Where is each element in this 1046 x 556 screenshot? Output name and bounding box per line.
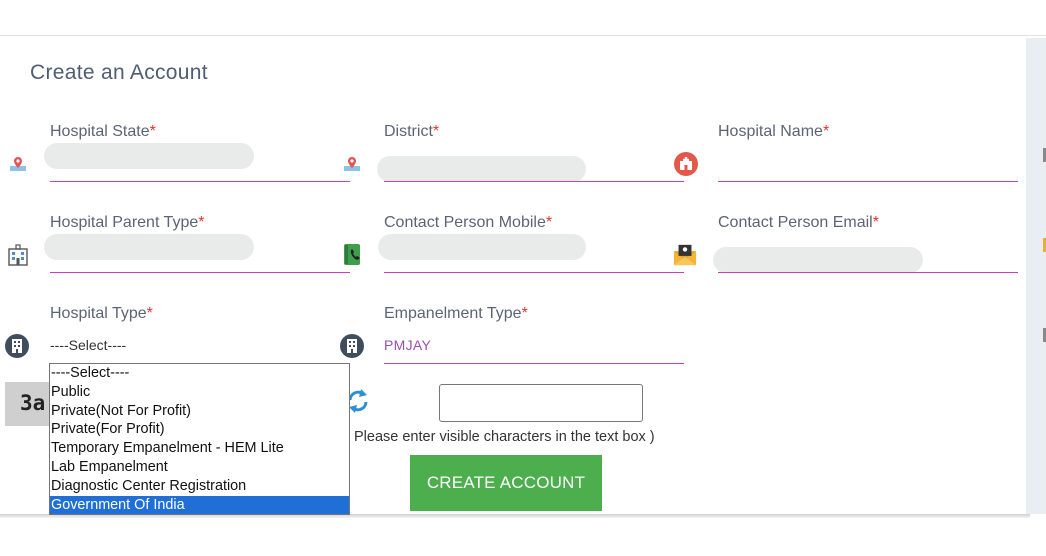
hospital-state-label-text: Hospital State	[50, 123, 150, 140]
hospital-parent-type-input[interactable]	[44, 234, 254, 260]
required-mark: *	[198, 214, 205, 231]
hospital-type-option[interactable]: ----Select----	[50, 364, 349, 383]
empanelment-type-label: Empanelment Type*	[384, 305, 528, 323]
refresh-icon[interactable]	[347, 388, 369, 414]
captcha-hint: Please enter visible characters in the t…	[354, 429, 655, 445]
required-mark: *	[822, 123, 830, 140]
required-mark: *	[146, 305, 153, 322]
contact-email-input[interactable]	[713, 247, 923, 273]
building-icon	[8, 244, 28, 266]
hospital-type-option[interactable]: Private(For Profit)	[50, 420, 349, 439]
hospital-type-select[interactable]: ----Select----	[50, 337, 126, 353]
district-underline	[384, 181, 684, 182]
hospital-type-option[interactable]: Private(Not For Profit)	[50, 402, 349, 421]
map-pin-icon	[10, 157, 26, 171]
hospital-type-option[interactable]: Lab Empanelment	[50, 458, 349, 477]
hospital-state-input[interactable]	[44, 143, 254, 169]
captcha-image: 3a	[5, 382, 50, 426]
hospital-name-label-text: Hospital Name	[718, 123, 823, 140]
hospital-state-label: Hospital State*	[50, 123, 156, 141]
contact-email-underline	[718, 272, 1018, 273]
contact-mobile-input[interactable]	[378, 234, 586, 260]
contact-mobile-label-text: Contact Person Mobile	[384, 214, 546, 231]
envelope-icon	[673, 244, 697, 266]
hospital-type-option-highlighted[interactable]: Government Of India	[50, 495, 349, 515]
contact-email-label-text: Contact Person Email	[718, 214, 873, 231]
required-mark: *	[521, 305, 528, 322]
captcha-text: 3a	[20, 391, 46, 415]
hospital-type-option[interactable]: Diagnostic Center Registration	[50, 477, 349, 496]
district-label-text: District	[384, 123, 433, 140]
hospital-parent-type-label-text: Hospital Parent Type	[50, 214, 199, 231]
district-input[interactable]	[377, 156, 586, 182]
hospital-name-label: Hospital Name*	[718, 123, 829, 141]
hospital-type-dropdown[interactable]: ----Select---- Public Private(Not For Pr…	[49, 363, 350, 515]
empanelment-type-label-text: Empanelment Type	[384, 305, 522, 322]
empanelment-type-select[interactable]: PMJAY	[384, 337, 431, 353]
hospital-name-input[interactable]	[718, 181, 1018, 182]
page-title: Create an Account	[30, 61, 208, 84]
right-side-panel	[1026, 38, 1046, 514]
required-mark: *	[545, 214, 553, 231]
contact-mobile-label: Contact Person Mobile*	[384, 214, 552, 232]
empanelment-type-underline	[384, 363, 684, 364]
contact-email-label: Contact Person Email*	[718, 214, 879, 232]
map-pin-icon	[344, 157, 360, 171]
phone-book-icon	[344, 244, 360, 265]
hospital-type-option[interactable]: Temporary Empanelment - HEM Lite	[50, 439, 349, 458]
create-account-button[interactable]: CREATE ACCOUNT	[410, 455, 602, 511]
building-icon	[5, 334, 29, 358]
required-mark: *	[432, 123, 440, 140]
contact-mobile-underline	[384, 272, 684, 273]
district-label: District*	[384, 123, 439, 141]
required-mark: *	[149, 123, 156, 140]
hospital-icon	[674, 152, 698, 176]
hospital-type-label-text: Hospital Type	[50, 305, 147, 322]
captcha-input[interactable]	[439, 384, 643, 422]
building-icon	[340, 334, 364, 358]
hospital-type-option[interactable]: Public	[50, 383, 349, 402]
top-divider	[0, 35, 1046, 36]
hospital-type-label: Hospital Type*	[50, 305, 153, 323]
required-mark: *	[872, 214, 879, 231]
hospital-state-underline	[50, 181, 350, 182]
hospital-parent-type-label: Hospital Parent Type*	[50, 214, 204, 232]
hospital-parent-type-underline	[50, 272, 350, 273]
